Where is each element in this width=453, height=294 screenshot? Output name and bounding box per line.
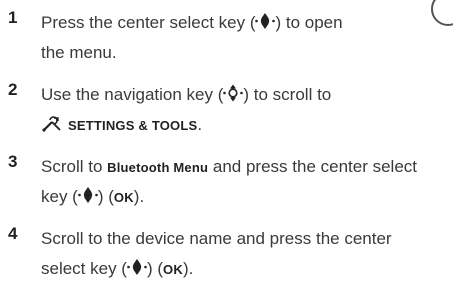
step-text-part: key ( <box>41 187 78 206</box>
step-number: 3 <box>8 152 18 171</box>
step-text: Press the center select key ( ) to open t… <box>41 8 446 68</box>
menu-name-bluetooth: Bluetooth Menu <box>107 160 209 175</box>
step-line: key ( ) (OK). <box>41 182 446 212</box>
step-number: 4 <box>8 224 18 243</box>
step-text-part: Scroll to the device name and press the … <box>41 229 392 248</box>
step-text: Scroll to the device name and press the … <box>41 224 446 284</box>
step-text-part: Scroll to <box>41 157 108 176</box>
step-text-part: the menu. <box>41 43 117 62</box>
navigation-key-icon <box>223 83 244 113</box>
settings-tools-icon <box>41 113 63 143</box>
step-line: select key ( ) (OK). <box>41 254 446 284</box>
ok-softkey-label: OK <box>163 262 183 277</box>
center-select-key-icon <box>78 185 98 215</box>
step-line: Press the center select key ( ) to open <box>41 8 446 38</box>
step-number: 1 <box>8 8 18 27</box>
step-text: Scroll to Bluetooth Menu and press the c… <box>41 152 446 212</box>
step-text-part: ). <box>182 259 194 278</box>
step-text-part: ) to scroll to <box>243 85 332 104</box>
step-text-part: Press the center select key ( <box>41 13 256 32</box>
center-select-key-icon <box>255 11 276 41</box>
step-text: Use the navigation key ( ) to scroll to S… <box>41 80 446 140</box>
step-line: Use the navigation key ( ) to scroll to <box>41 80 446 110</box>
step-line: SETTINGS & TOOLS. <box>41 110 446 140</box>
center-select-key-icon <box>127 257 147 287</box>
step-text-part: and press the center select <box>208 157 417 176</box>
ok-softkey-label: OK <box>113 190 134 205</box>
step-text-part: ) ( <box>146 259 164 278</box>
step-text-part: Use the navigation key ( <box>41 85 224 104</box>
step-text-part: ). <box>133 187 145 206</box>
step-line: Scroll to Bluetooth Menu and press the c… <box>41 152 446 182</box>
step-line: the menu. <box>41 38 446 68</box>
step-text-part: ) ( <box>97 187 114 206</box>
menu-name-settings-tools: SETTINGS & TOOLS <box>68 118 198 133</box>
step-text-part: select key ( <box>41 259 127 278</box>
step-text-part: ) to open <box>275 13 343 32</box>
step-text-part: . <box>197 115 203 134</box>
step-line: Scroll to the device name and press the … <box>41 224 446 254</box>
step-number: 2 <box>8 80 18 99</box>
